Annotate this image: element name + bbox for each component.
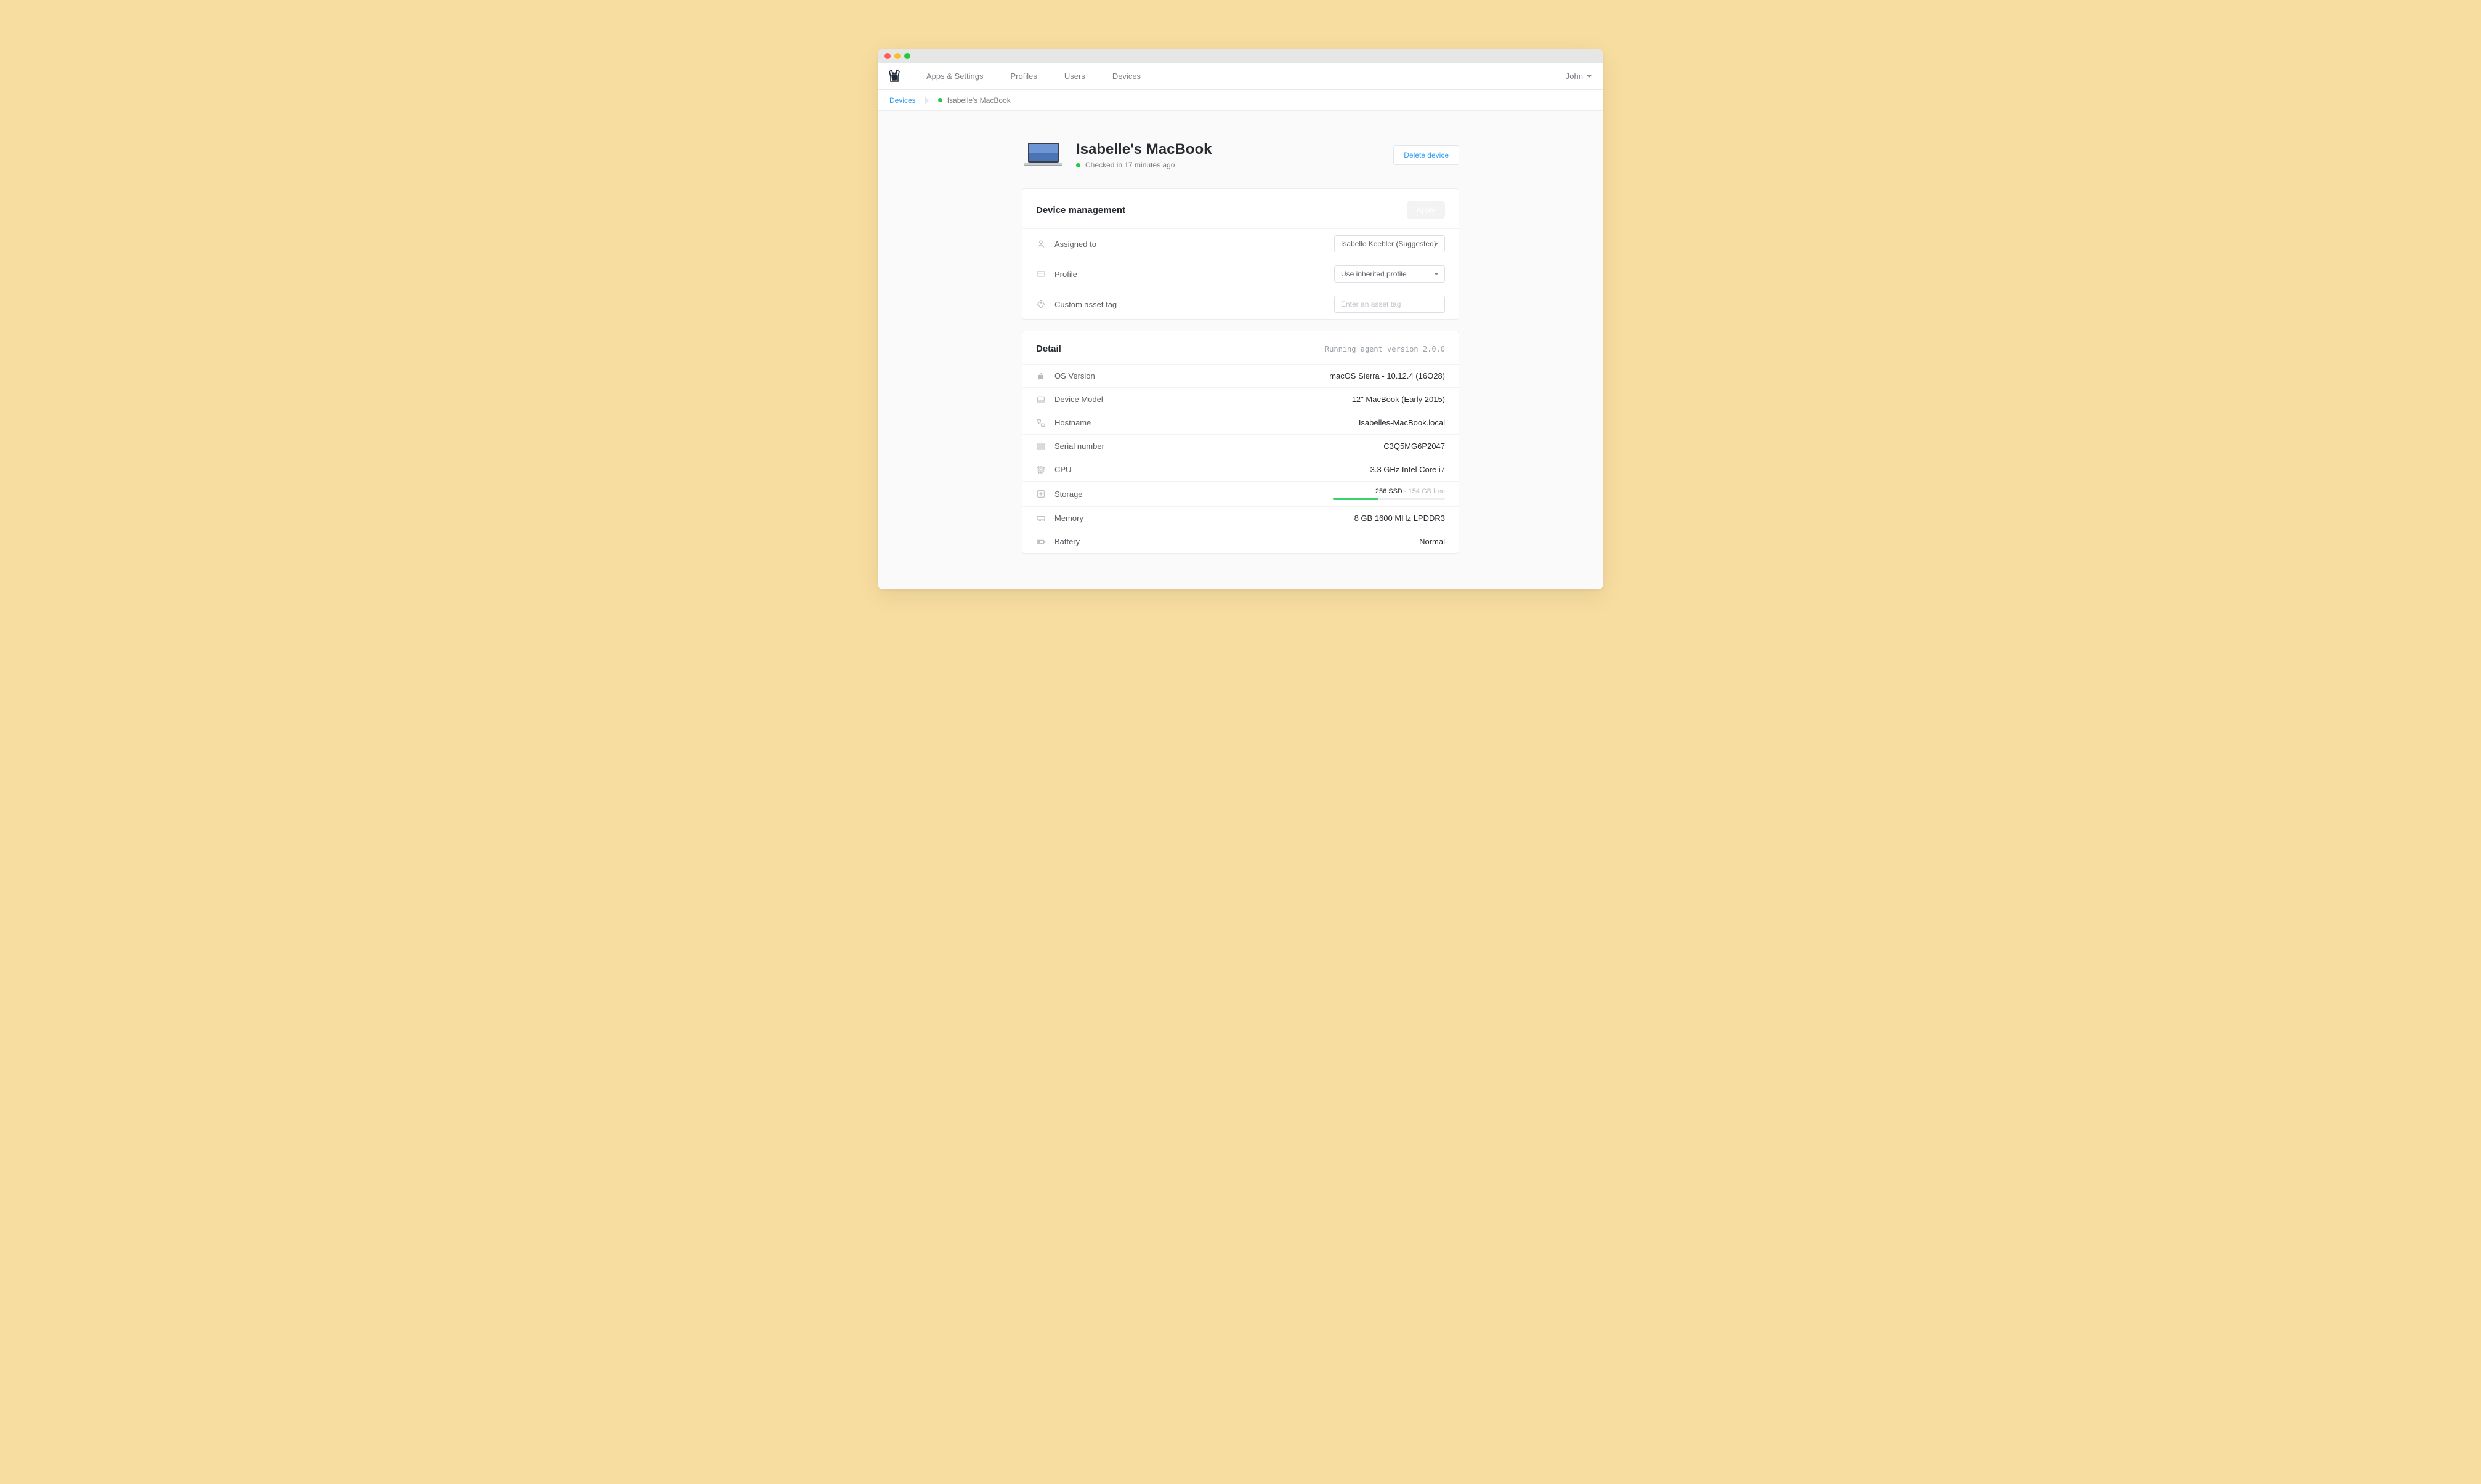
battery-row: Battery Normal — [1022, 530, 1459, 553]
storage-free: 154 GB free — [1409, 488, 1445, 495]
window-minimize-icon[interactable] — [894, 53, 901, 59]
device-header: Isabelle's MacBook Checked in 17 minutes… — [1022, 140, 1459, 170]
storage-bar-fill — [1333, 498, 1378, 500]
serial-value: C3Q5MG6P2047 — [1383, 442, 1445, 451]
nav-apps-settings[interactable]: Apps & Settings — [926, 71, 984, 81]
profile-select[interactable]: Use inherited profile — [1334, 265, 1445, 283]
storage-total: 256 SSD — [1375, 488, 1402, 495]
device-title: Isabelle's MacBook — [1076, 141, 1393, 158]
device-model-row: Device Model 12" MacBook (Early 2015) — [1022, 387, 1459, 411]
card-header: Detail Running agent version 2.0.0 — [1022, 331, 1459, 364]
asset-tag-row: Custom asset tag — [1022, 289, 1459, 319]
assigned-to-label: Assigned to — [1054, 240, 1334, 249]
memory-label: Memory — [1054, 514, 1354, 523]
breadcrumb-separator-icon — [925, 95, 929, 105]
profile-label: Profile — [1054, 270, 1334, 279]
asset-tag-label: Custom asset tag — [1054, 300, 1334, 309]
battery-icon — [1036, 537, 1046, 547]
nav-devices[interactable]: Devices — [1112, 71, 1141, 81]
hostname-value: Isabelles-MacBook.local — [1359, 418, 1445, 427]
network-icon — [1036, 418, 1046, 428]
page-content: Isabelle's MacBook Checked in 17 minutes… — [878, 111, 1603, 589]
status-dot-icon — [1076, 163, 1080, 167]
app-logo-icon[interactable] — [887, 69, 902, 84]
os-version-row: OS Version macOS Sierra - 10.12.4 (16O28… — [1022, 364, 1459, 387]
macos-titlebar — [878, 49, 1603, 63]
hostname-label: Hostname — [1054, 418, 1359, 427]
window-zoom-icon[interactable] — [904, 53, 910, 59]
nav-links: Apps & Settings Profiles Users Devices — [926, 71, 1141, 81]
memory-value: 8 GB 1600 MHz LPDDR3 — [1354, 514, 1445, 523]
detail-card: Detail Running agent version 2.0.0 OS Ve… — [1022, 331, 1459, 554]
chip-icon — [1036, 465, 1046, 475]
storage-row: Storage 256 SSD - 154 GB free — [1022, 481, 1459, 506]
barcode-icon — [1036, 442, 1046, 451]
cpu-label: CPU — [1054, 465, 1370, 474]
nav-users[interactable]: Users — [1064, 71, 1085, 81]
storage-value-block: 256 SSD - 154 GB free — [1333, 488, 1445, 500]
device-thumbnail-icon — [1022, 140, 1065, 170]
disk-icon — [1036, 489, 1046, 499]
breadcrumb-root[interactable]: Devices — [889, 96, 916, 105]
battery-value: Normal — [1419, 537, 1445, 546]
battery-label: Battery — [1054, 537, 1419, 546]
window-close-icon[interactable] — [884, 53, 891, 59]
storage-bar — [1333, 498, 1445, 500]
device-management-card: Device management Apply Assigned to Isab… — [1022, 188, 1459, 320]
os-version-label: OS Version — [1054, 371, 1329, 381]
card-title: Device management — [1036, 205, 1125, 216]
laptop-icon — [1036, 395, 1046, 405]
breadcrumb: Devices Isabelle's MacBook — [878, 90, 1603, 111]
user-menu[interactable]: John — [1566, 71, 1592, 81]
delete-device-button[interactable]: Delete device — [1393, 145, 1459, 165]
profile-row: Profile Use inherited profile — [1022, 259, 1459, 289]
status-dot-icon — [938, 98, 942, 102]
app-window: Apps & Settings Profiles Users Devices J… — [878, 49, 1603, 589]
nav-profiles[interactable]: Profiles — [1011, 71, 1037, 81]
breadcrumb-current: Isabelle's MacBook — [938, 96, 1011, 105]
device-title-block: Isabelle's MacBook Checked in 17 minutes… — [1076, 141, 1393, 169]
person-icon — [1036, 239, 1046, 249]
cpu-value: 3.3 GHz Intel Core i7 — [1370, 465, 1445, 474]
serial-label: Serial number — [1054, 442, 1383, 451]
apply-button[interactable]: Apply — [1407, 201, 1445, 219]
memory-row: Memory 8 GB 1600 MHz LPDDR3 — [1022, 506, 1459, 530]
device-model-value: 12" MacBook (Early 2015) — [1352, 395, 1445, 404]
cpu-row: CPU 3.3 GHz Intel Core i7 — [1022, 458, 1459, 481]
device-model-label: Device Model — [1054, 395, 1352, 404]
profile-icon — [1036, 269, 1046, 279]
asset-tag-input[interactable] — [1334, 296, 1445, 313]
user-menu-label: John — [1566, 71, 1583, 81]
breadcrumb-current-label: Isabelle's MacBook — [947, 96, 1011, 105]
apple-icon — [1036, 371, 1046, 381]
device-status-label: Checked in 17 minutes ago — [1085, 161, 1175, 169]
card-title: Detail — [1036, 344, 1061, 354]
device-status: Checked in 17 minutes ago — [1076, 161, 1393, 169]
agent-version: Running agent version 2.0.0 — [1325, 345, 1445, 353]
chevron-down-icon — [1587, 75, 1592, 78]
storage-label: Storage — [1054, 490, 1333, 499]
os-version-value: macOS Sierra - 10.12.4 (16O28) — [1329, 371, 1445, 381]
tag-icon — [1036, 299, 1046, 309]
card-header: Device management Apply — [1022, 189, 1459, 228]
serial-row: Serial number C3Q5MG6P2047 — [1022, 434, 1459, 458]
assigned-to-row: Assigned to Isabelle Keebler (Suggested) — [1022, 228, 1459, 259]
hostname-row: Hostname Isabelles-MacBook.local — [1022, 411, 1459, 434]
assigned-to-select[interactable]: Isabelle Keebler (Suggested) — [1334, 235, 1445, 252]
storage-text: 256 SSD - 154 GB free — [1375, 488, 1445, 495]
memory-icon — [1036, 514, 1046, 523]
top-nav: Apps & Settings Profiles Users Devices J… — [878, 63, 1603, 90]
